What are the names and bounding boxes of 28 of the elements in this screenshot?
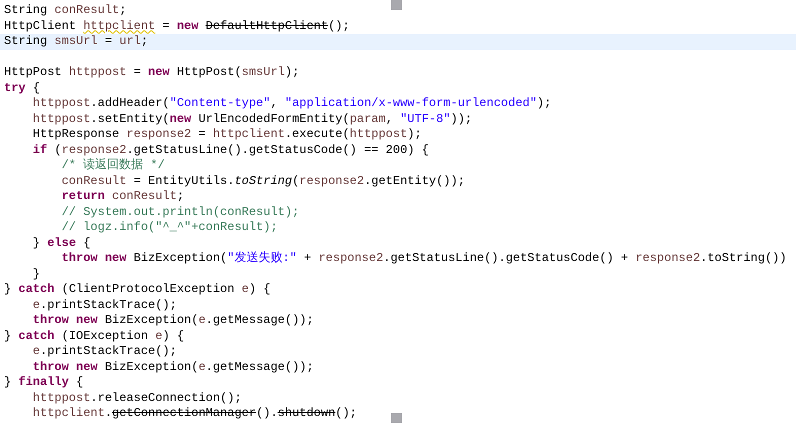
code-line: HttpClient httpclient = new DefaultHttpClient(); <box>3 18 350 34</box>
code-line: try { <box>3 80 40 96</box>
code-line: conResult = EntityUtils.toString(response2.getEntity()); <box>60 174 465 189</box>
scroll-marker <box>391 0 402 10</box>
code-line: return conResult; <box>60 189 184 204</box>
code-line: // logz.info("^_^"+conResult); <box>60 220 278 236</box>
scroll-marker <box>391 413 402 423</box>
code-line: HttpResponse response2 = httpclient.execute(httppost); <box>32 127 422 142</box>
code-line: httppost.setEntity(new UrlEncodedFormEntity(param, "UTF-8")); <box>32 112 472 127</box>
code-line: httppost.releaseConnection(); <box>32 390 242 406</box>
code-line: if (response2.getStatusLine().getStatusCode() == 200) { <box>32 142 429 158</box>
code-line: } else { <box>32 236 90 251</box>
code-line: HttpPost httppost = new HttpPost(smsUrl); <box>3 65 300 80</box>
code-line: String smsUrl = url; <box>3 34 148 50</box>
code-line: throw new BizException(e.getMessage()); <box>32 313 314 328</box>
code-line: httppost.addHeader("Content-type", "application/x-www-form-urlencoded"); <box>32 96 552 112</box>
code-line: } catch (ClientProtocolException e) { <box>3 282 270 298</box>
code-line: httpclient.getConnectionManager().shutdown(); <box>32 406 357 422</box>
code-line: e.printStackTrace(); <box>32 298 177 313</box>
code-line: e.printStackTrace(); <box>32 344 177 360</box>
code-line: String conResult; <box>3 3 126 18</box>
code-line: // System.out.println(conResult); <box>60 204 300 220</box>
code-line: } catch (IOException e) { <box>3 328 184 344</box>
code-line: throw new BizException(e.getMessage()); <box>32 360 314 375</box>
code-line: } <box>32 266 40 282</box>
code-line: /* 读返回数据 */ <box>60 158 165 174</box>
code-line: throw new BizException("发送失败:" + response2.getStatusLine().getStatusCode() + response2.toString()) <box>60 251 787 266</box>
code-line: } finally { <box>3 375 84 390</box>
